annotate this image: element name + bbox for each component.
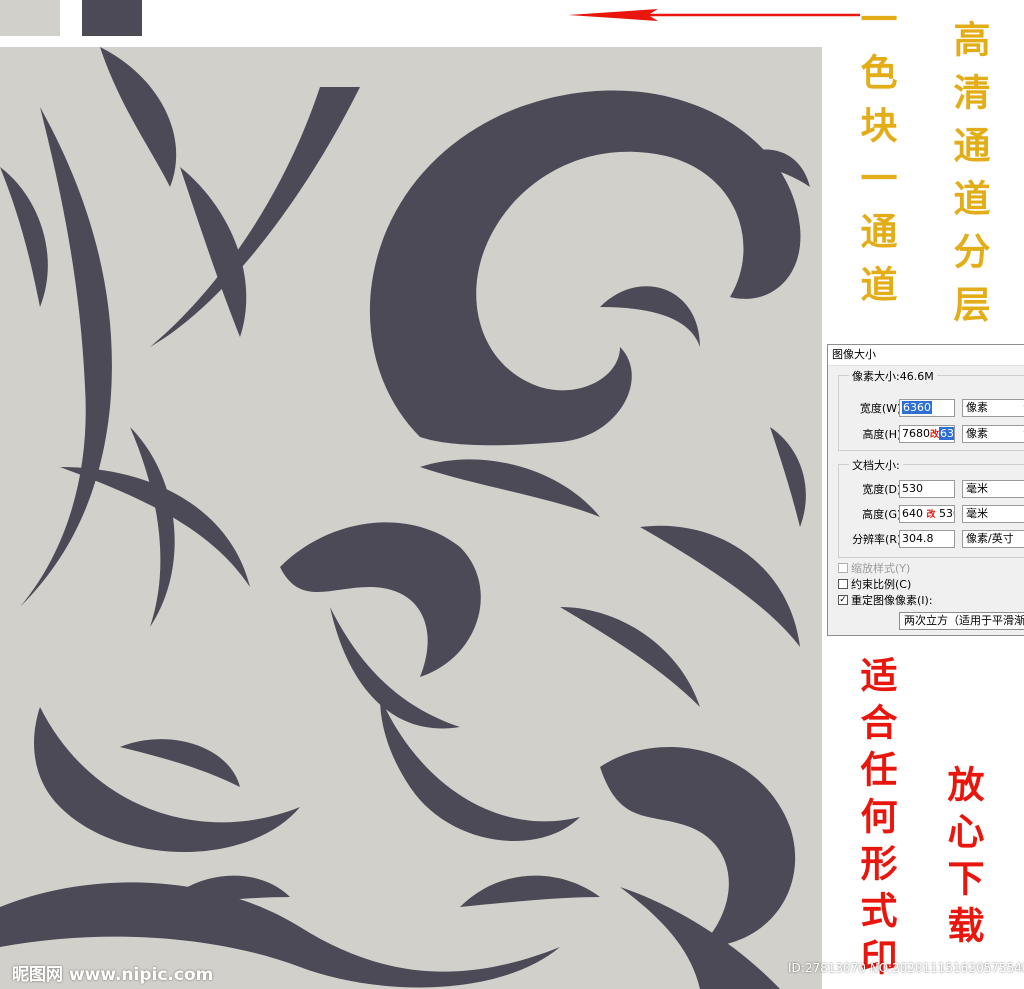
resolution-input[interactable]: 304.8 bbox=[899, 530, 955, 548]
foreground-color-swatch bbox=[82, 0, 142, 36]
image-size-dialog: 图像大小 像素大小:46.6M 宽度(W): 6360 像素▾ 高度(H): 7… bbox=[827, 344, 1024, 636]
checkmark-icon: ✓ bbox=[838, 595, 848, 605]
resample-method-select[interactable]: 两次立方（适用于平滑渐变） bbox=[899, 612, 1024, 630]
doc-width-input[interactable]: 530 bbox=[899, 480, 955, 498]
height-change-mark: 改 bbox=[930, 430, 940, 440]
resolution-label: 分辨率(R): bbox=[852, 533, 905, 546]
pixel-width-unit-select[interactable]: 像素▾ bbox=[962, 399, 1024, 417]
print-note-text: 适合任何形式印 bbox=[854, 656, 898, 985]
doc-height-unit-select[interactable]: 毫米 bbox=[962, 505, 1024, 523]
doc-width-label: 宽度(D): bbox=[862, 483, 905, 496]
hd-note-text: 高清通道分层 bbox=[947, 20, 991, 338]
damask-pattern-art bbox=[0, 47, 810, 989]
pixel-dimensions-label: 像素大小:46.6M bbox=[849, 368, 937, 384]
resolution-unit-select[interactable]: 像素/英寸 bbox=[962, 530, 1024, 548]
doc-width-unit-select[interactable]: 毫米 bbox=[962, 480, 1024, 498]
red-arrow-icon bbox=[568, 9, 860, 21]
checkbox-box bbox=[838, 579, 848, 589]
pixel-dimensions-group: 像素大小:46.6M 宽度(W): 6360 像素▾ 高度(H): 7680改6… bbox=[838, 368, 1024, 451]
pixel-height-unit-select[interactable]: 像素▾ bbox=[962, 425, 1024, 443]
doc-height-change-mark: 改 bbox=[926, 510, 936, 520]
constrain-proportions-checkbox[interactable]: 约束比例(C) bbox=[838, 577, 911, 591]
checkbox-box bbox=[838, 563, 848, 573]
document-size-group: 文档大小: 宽度(D): 530 毫米 高度(G): 640 改 530 毫米 … bbox=[838, 457, 1024, 558]
pixel-height-input[interactable]: 7680改6360 bbox=[899, 425, 955, 443]
document-size-label: 文档大小: bbox=[849, 457, 903, 473]
resample-checkbox[interactable]: ✓ 重定图像像素(I): bbox=[838, 593, 933, 607]
background-color-swatch bbox=[0, 0, 60, 36]
doc-height-input[interactable]: 640 改 530 bbox=[899, 505, 955, 523]
dialog-title: 图像大小 bbox=[828, 345, 1024, 366]
download-note-text: 放心下载 bbox=[941, 765, 985, 953]
site-watermark: 昵图网 www.nipic.com bbox=[12, 965, 214, 985]
pixel-width-label: 宽度(W): bbox=[859, 402, 905, 415]
id-watermark: ID:27813070 NO:20201115162057554034 bbox=[788, 961, 1024, 975]
doc-height-label: 高度(G): bbox=[862, 508, 905, 521]
pixel-height-label: 高度(H): bbox=[862, 428, 905, 441]
channel-note-text: 一色块一通道 bbox=[854, 0, 898, 318]
damask-pattern-preview bbox=[0, 47, 822, 989]
pixel-width-input[interactable]: 6360 bbox=[899, 399, 955, 417]
scale-styles-checkbox[interactable]: 缩放样式(Y) bbox=[838, 561, 910, 575]
